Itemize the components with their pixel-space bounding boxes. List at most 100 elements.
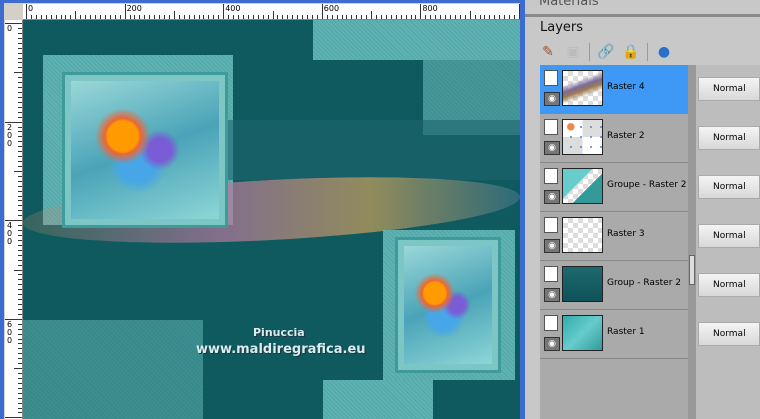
eye-icon[interactable]: ◉	[544, 239, 560, 253]
ruler-tick	[18, 205, 22, 207]
ruler-tick	[18, 284, 22, 286]
toolbar-separator	[589, 43, 590, 61]
blend-mode-dropdown[interactable]: Normal	[698, 77, 760, 101]
ruler-tick	[267, 15, 269, 19]
ruler-tick	[18, 111, 22, 113]
ruler-tick	[18, 333, 22, 335]
layer-thumbnail	[562, 315, 603, 351]
ruler-tick	[18, 37, 22, 39]
ruler-label: 800	[422, 4, 438, 13]
ruler-tick	[223, 4, 225, 19]
ruler-tick	[504, 15, 506, 19]
ruler-tick	[164, 15, 166, 19]
ruler-tick	[178, 15, 180, 19]
ruler-label: 6 0 0	[7, 319, 13, 345]
layer-list-scrollbar[interactable]	[688, 65, 696, 419]
ruler-tick	[193, 15, 195, 19]
ruler-tick	[159, 15, 161, 19]
scrollbar-thumb[interactable]	[689, 255, 695, 285]
eye-icon[interactable]: ◉	[544, 92, 560, 106]
toolbar-separator	[647, 43, 648, 61]
ruler-tick	[14, 170, 22, 172]
blue-ball-icon[interactable]: ●	[655, 43, 673, 61]
ruler-tick	[18, 175, 22, 177]
blend-mode-dropdown[interactable]: Normal	[698, 322, 760, 346]
ruler-tick	[26, 4, 27, 19]
texture-block	[313, 20, 520, 60]
ruler-tick	[336, 15, 338, 19]
ruler-tick	[302, 15, 304, 19]
layer-name[interactable]: Raster 1	[607, 327, 645, 337]
ruler-tick	[459, 15, 461, 19]
ruler-tick	[390, 15, 392, 19]
ruler-tick	[124, 4, 126, 19]
ruler-tick	[129, 15, 131, 19]
ruler-tick	[65, 15, 67, 19]
eye-icon[interactable]: ◉	[544, 337, 560, 351]
ruler-tick	[316, 15, 318, 19]
eye-icon[interactable]: ◉	[544, 141, 560, 155]
ruler-tick	[218, 15, 220, 19]
ruler-tick	[18, 161, 22, 163]
layer-row[interactable]: ◉ Raster 4	[540, 65, 688, 114]
eye-icon[interactable]: ◉	[544, 190, 560, 204]
layer-name[interactable]: Groupe - Raster 2	[607, 180, 687, 190]
ruler-tick	[252, 15, 254, 19]
ruler-tick	[18, 52, 22, 54]
ruler-tick	[18, 294, 22, 296]
blend-mode-column: Normal Normal Normal Normal Normal Normal	[696, 65, 760, 419]
panel-divider[interactable]	[525, 14, 760, 17]
ruler-tick	[307, 15, 308, 19]
layer-row[interactable]: ◉ Raster 3	[540, 212, 688, 261]
layer-name[interactable]: Group - Raster 2	[607, 278, 681, 288]
layer-type-icon	[544, 266, 558, 282]
bubbles-image	[404, 246, 492, 364]
blend-mode-dropdown[interactable]: Normal	[698, 224, 760, 248]
ruler-tick	[18, 165, 22, 167]
eye-icon[interactable]: ◉	[544, 288, 560, 302]
ruler-tick	[14, 269, 22, 271]
panel-block	[223, 120, 520, 180]
ruler-tick	[18, 259, 22, 261]
layer-row[interactable]: ◉ Groupe - Raster 2	[540, 163, 688, 212]
layer-row[interactable]: ◉ Raster 1	[540, 310, 688, 359]
ruler-tick	[395, 15, 397, 19]
ruler-tick	[18, 249, 22, 251]
ruler-tick	[18, 402, 22, 404]
ruler-tick	[430, 15, 432, 19]
ruler-tick	[326, 15, 328, 19]
link-icon[interactable]: 🔗	[597, 43, 615, 61]
paint-brush-icon[interactable]: ✎	[539, 43, 557, 61]
ruler-tick	[18, 92, 22, 94]
ruler-tick	[95, 15, 97, 19]
image-canvas[interactable]: Pinuccia www.maldiregrafica.eu	[23, 20, 520, 419]
ruler-tick	[18, 387, 22, 389]
ruler-tick	[213, 15, 215, 19]
ruler-label: 4 0 0	[7, 221, 13, 247]
layer-row[interactable]: ◉ Group - Raster 2	[540, 261, 688, 310]
layer-thumbnail	[562, 168, 603, 204]
ruler-tick	[247, 15, 249, 19]
blend-mode-dropdown[interactable]: Normal	[698, 126, 760, 150]
layer-name[interactable]: Raster 2	[607, 131, 645, 141]
ruler-tick	[233, 15, 235, 19]
ruler-label: 600	[323, 4, 340, 13]
layer-thumbnail	[562, 217, 603, 253]
blend-mode-dropdown[interactable]: Normal	[698, 273, 760, 297]
ruler-tick	[18, 195, 22, 197]
blend-mode-dropdown[interactable]: Normal	[698, 175, 760, 199]
mask-icon[interactable]: ▣	[564, 43, 582, 61]
layer-name[interactable]: Raster 4	[607, 82, 645, 92]
ruler-tick	[18, 151, 22, 153]
ruler-tick	[5, 417, 22, 419]
ruler-tick	[385, 15, 387, 19]
ruler-tick	[262, 15, 264, 19]
ruler-tick	[134, 15, 136, 19]
ruler-tick	[119, 15, 121, 19]
lock-icon[interactable]: 🔒	[622, 43, 640, 61]
ruler-tick	[18, 373, 22, 375]
layer-name[interactable]: Raster 3	[607, 229, 645, 239]
ruler-tick	[18, 299, 22, 301]
layer-row[interactable]: ◉ Raster 2	[540, 114, 688, 163]
layer-thumbnail	[562, 266, 603, 302]
